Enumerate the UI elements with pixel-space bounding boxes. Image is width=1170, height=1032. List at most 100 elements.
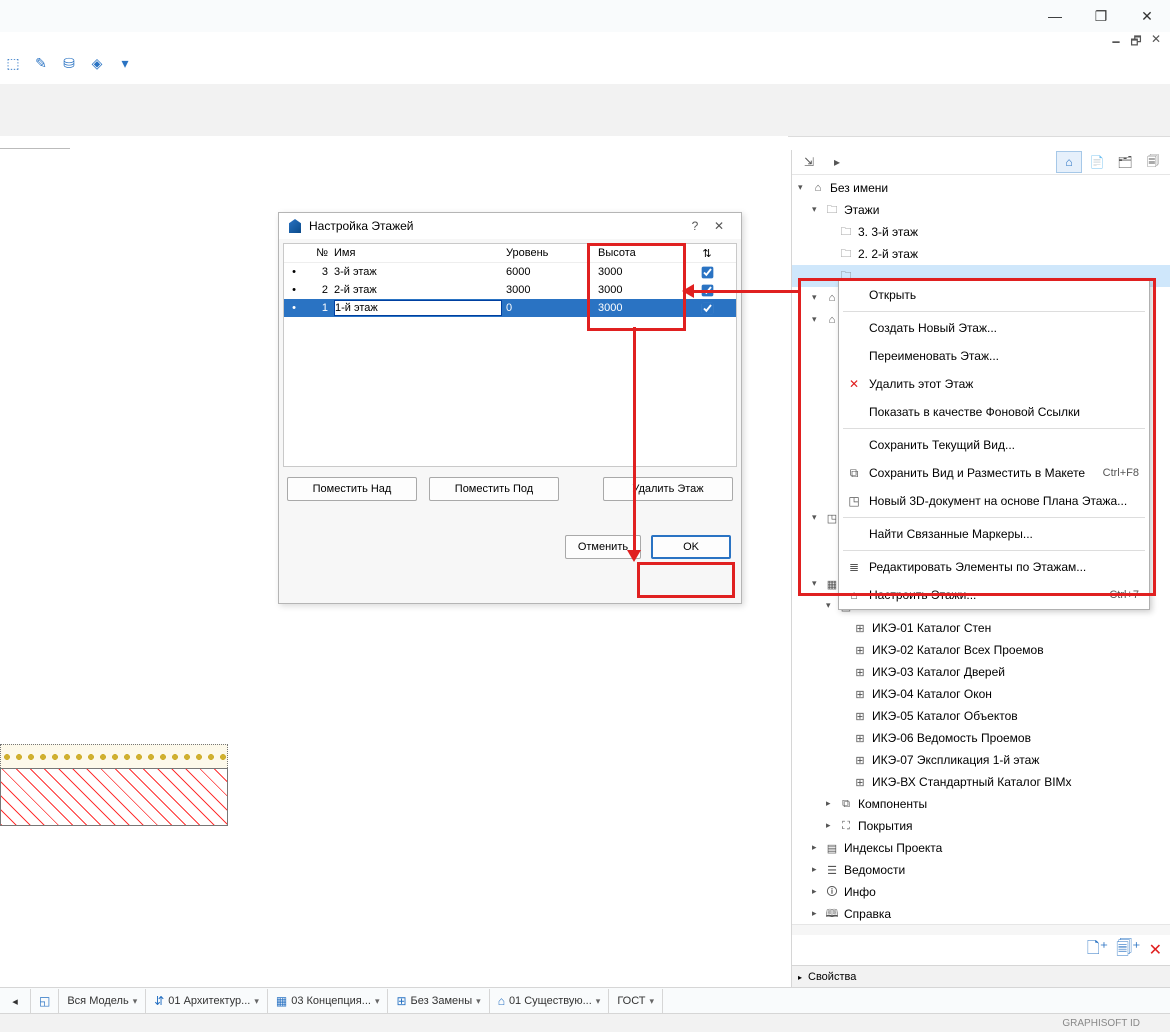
window-maximize-button[interactable]: ❐ (1078, 0, 1124, 32)
tree-schedule-item[interactable]: ⊞ИКЭ-05 Каталог Объектов (792, 705, 1170, 727)
tree-label: Этажи (844, 203, 879, 217)
col-height: Высота (596, 247, 692, 259)
status-scale[interactable]: ▦03 Концепция...▾ (268, 989, 389, 1013)
tree-label: Без имени (830, 181, 888, 195)
menu-delete-story[interactable]: ✕Удалить этот Этаж (839, 370, 1149, 398)
cell-show-checkbox[interactable] (702, 302, 714, 314)
tree-root[interactable]: ▾⌂ Без имени (792, 177, 1170, 199)
cell-name[interactable]: 2-й этаж (332, 284, 504, 296)
status-layer-combo[interactable]: ⇵01 Архитектур...▾ (146, 989, 268, 1013)
wall-section-drawing (0, 744, 228, 826)
tree-label: Покрытия (858, 819, 913, 833)
tree-project-indexes[interactable]: ▸▤Индексы Проекта (792, 837, 1170, 859)
menu-rename-story[interactable]: Переименовать Этаж... (839, 342, 1149, 370)
delete-view-icon[interactable]: ✕ (1149, 940, 1162, 960)
menu-new-3d-doc[interactable]: ◳Новый 3D-документ на основе Плана Этажа… (839, 487, 1149, 515)
toolbar-dropdown-icon[interactable]: ▾ (114, 52, 136, 74)
insert-below-button[interactable]: Поместить Под (429, 477, 559, 501)
cancel-button[interactable]: Отменить (565, 535, 641, 559)
menu-edit-by-story[interactable]: ≣Редактировать Элементы по Этажам... (839, 553, 1149, 581)
clone-view-icon[interactable]: 🗐⁺ (1116, 937, 1140, 964)
menu-find-markers[interactable]: Найти Связанные Маркеры... (839, 520, 1149, 548)
status-arrow-left[interactable]: ◂ (0, 989, 31, 1013)
tree-schedule-item[interactable]: ⊞ИКЭ-03 Каталог Дверей (792, 661, 1170, 683)
status-model-filter[interactable]: Вся Модель▾ (59, 989, 146, 1013)
dialog-titlebar[interactable]: Настройка Этажей ? ✕ (279, 213, 741, 239)
cell-height[interactable]: 3000 (596, 266, 692, 278)
window-minimize-button[interactable]: — (1032, 0, 1078, 32)
tree-label: ИКЭ-ВХ Стандартный Каталог BIMx (872, 775, 1072, 789)
cell-level[interactable]: 3000 (504, 284, 596, 296)
cell-name[interactable]: 3-й этаж (332, 266, 504, 278)
graphisoft-id[interactable]: GRAPHISOFT ID (1062, 1018, 1140, 1029)
mdi-minimize-icon[interactable]: 🗕 (1108, 32, 1124, 53)
ok-button[interactable]: OK (651, 535, 731, 559)
navigator-scrollbar[interactable] (792, 924, 1170, 935)
cell-show-checkbox[interactable] (702, 266, 714, 278)
cell-level[interactable]: 0 (504, 302, 596, 314)
insert-above-button[interactable]: Поместить Над (287, 477, 417, 501)
tree-schedule-item[interactable]: ⊞ИКЭ-01 Каталог Стен (792, 617, 1170, 639)
tree-schedule-item[interactable]: ⊞ИКЭ-07 Экспликация 1-й этаж (792, 749, 1170, 771)
col-show-icon: ⇅ (692, 247, 722, 260)
cell-height[interactable]: 3000 (596, 284, 692, 296)
cell-num: 1 (304, 302, 332, 314)
tree-stories-group[interactable]: ▾ 🗀 Этажи (792, 199, 1170, 221)
menu-show-as-trace[interactable]: Показать в качестве Фоновой Ссылки (839, 398, 1149, 426)
tree-schedule-item[interactable]: ⊞ИКЭ-ВХ Стандартный Каталог BIMx (792, 771, 1170, 793)
components-icon: ⧉ (838, 798, 854, 811)
dialog-help-button[interactable]: ? (683, 219, 707, 233)
tree-story-item[interactable]: 🗀 3. 3-й этаж (792, 221, 1170, 243)
dialog-close-button[interactable]: ✕ (707, 219, 731, 233)
properties-bar[interactable]: ▸ Свойства (792, 965, 1170, 988)
menu-save-view[interactable]: Сохранить Текущий Вид... (839, 431, 1149, 459)
tree-lists[interactable]: ▸☰Ведомости (792, 859, 1170, 881)
cell-name-edit[interactable]: 1-й этаж (334, 300, 502, 316)
tree-info[interactable]: ▸🛈Инфо (792, 881, 1170, 903)
toolbar-icon-1[interactable]: ⬚ (2, 52, 24, 74)
status-override[interactable]: ⊞Без Замены▾ (388, 989, 489, 1013)
mdi-close-icon[interactable]: ✕ (1148, 32, 1164, 53)
menu-story-settings[interactable]: ⌂Настроить Этажи...Ctrl+7 (839, 581, 1149, 609)
new-view-icon[interactable]: 🗋⁺ (1087, 937, 1108, 964)
tree-schedule-item[interactable]: ⊞ИКЭ-06 Ведомость Проемов (792, 727, 1170, 749)
tree-label: Инфо (844, 885, 876, 899)
story-grid[interactable]: № Имя Уровень Высота ⇅ 3 3-й этаж 6000 3… (283, 243, 737, 467)
menu-open[interactable]: Открыть (839, 281, 1149, 309)
tree-schedule-item[interactable]: ⊞ИКЭ-02 Каталог Всех Проемов (792, 639, 1170, 661)
toolbar-icon-2[interactable]: ✎ (30, 52, 52, 74)
tree-help[interactable]: ▸🕮Справка (792, 903, 1170, 924)
status-layers-icon[interactable]: ◱ (31, 989, 59, 1013)
toolbar-icon-4[interactable]: ◈ (86, 52, 108, 74)
status-renovation[interactable]: ⌂01 Существую...▾ (490, 989, 610, 1013)
nav-tab-layout-book[interactable]: 🗂 (1112, 151, 1138, 173)
stories-icon: ⌂ (845, 588, 863, 602)
menu-save-place[interactable]: ⧉Сохранить Вид и Разместить в МакетеCtrl… (839, 459, 1149, 487)
tree-story-item[interactable]: 🗀 2. 2-й этаж (792, 243, 1170, 265)
nav-tab-publisher[interactable]: 🗐 (1140, 151, 1166, 173)
cell-height[interactable]: 3000 (596, 302, 692, 314)
nav-tab-project-map[interactable]: ⌂ (1056, 151, 1082, 173)
grid-row[interactable]: 3 3-й этаж 6000 3000 (284, 263, 736, 281)
nav-tab-view-map[interactable]: 📄 (1084, 151, 1110, 173)
status-standard[interactable]: ГОСТ▾ (609, 989, 663, 1013)
layers-icon: ≣ (845, 560, 863, 574)
grid-row[interactable]: 2 2-й этаж 3000 3000 (284, 281, 736, 299)
tree-label: Компоненты (858, 797, 927, 811)
menu-new-story[interactable]: Создать Новый Этаж... (839, 314, 1149, 342)
nav-action-button[interactable]: ⇲ (796, 151, 822, 173)
grid-row-selected[interactable]: 1 1-й этаж 0 3000 (284, 299, 736, 317)
window-close-button[interactable]: ✕ (1124, 0, 1170, 32)
toolbar-icon-3[interactable]: ⛁ (58, 52, 80, 74)
delete-story-button[interactable]: Удалить Этаж (603, 477, 733, 501)
tree-schedule-item[interactable]: ⊞ИКЭ-04 Каталог Окон (792, 683, 1170, 705)
home-icon: ⌂ (810, 182, 826, 194)
nav-action-menu[interactable]: ▸ (824, 151, 850, 173)
mdi-restore-icon[interactable]: 🗗 (1128, 32, 1144, 53)
col-name: Имя (332, 247, 504, 259)
tree-components[interactable]: ▸⧉Компоненты (792, 793, 1170, 815)
tree-surfaces[interactable]: ▸⛶Покрытия (792, 815, 1170, 837)
index-icon: ▤ (824, 842, 840, 855)
cell-level[interactable]: 6000 (504, 266, 596, 278)
cell-show-checkbox[interactable] (702, 284, 714, 296)
